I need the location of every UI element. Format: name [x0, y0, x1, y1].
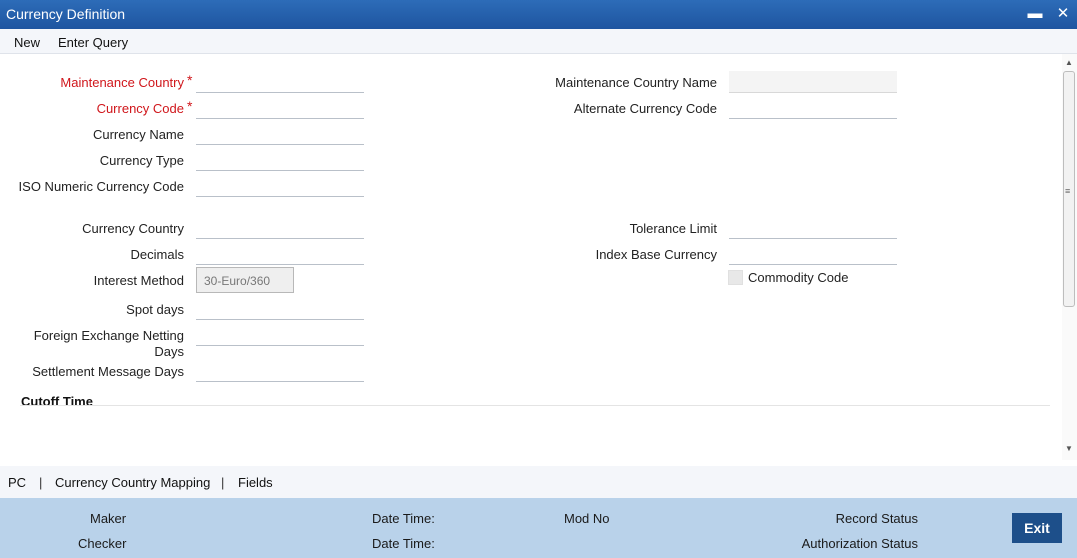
index-base-currency-input[interactable] [729, 245, 897, 265]
commodity-code-label: Commodity Code [748, 270, 849, 285]
subnav-separator: | [39, 475, 43, 490]
exit-button[interactable]: Exit [1012, 513, 1062, 543]
scroll-down-icon[interactable]: ▼ [1065, 444, 1073, 453]
iso-numeric-code-label: ISO Numeric Currency Code [18, 179, 184, 194]
currency-name-label: Currency Name [92, 127, 184, 142]
subnav-separator: | [221, 475, 225, 490]
decimals-label: Decimals [130, 247, 184, 262]
tolerance-limit-label: Tolerance Limit [629, 221, 717, 236]
enter-query-button[interactable]: Enter Query [58, 35, 128, 50]
record-status-label: Record Status [835, 511, 918, 526]
title-bar: Currency Definition ▬ ✕ [0, 0, 1077, 29]
maintenance-country-name-label: Maintenance Country Name [555, 75, 717, 90]
section-divider [20, 405, 1050, 406]
currency-type-label: Currency Type [99, 153, 184, 168]
alternate-currency-code-label: Alternate Currency Code [573, 101, 717, 116]
decimals-input[interactable] [196, 245, 364, 265]
tolerance-limit-input[interactable] [729, 219, 897, 239]
checker-date-time-label: Date Time: [372, 536, 435, 551]
maintenance-country-input[interactable] [196, 73, 364, 93]
minimize-icon[interactable]: ▬ [1026, 4, 1044, 24]
subnav-fields[interactable]: Fields [238, 475, 273, 490]
maintenance-country-name-input [729, 71, 897, 93]
subnav-currency-country-mapping[interactable]: Currency Country Mapping [55, 475, 210, 490]
authorization-status-label: Authorization Status [801, 536, 918, 551]
close-icon[interactable]: ✕ [1054, 4, 1072, 24]
form-area: Maintenance Country * Currency Code * Cu… [0, 54, 1062, 460]
scroll-grip-icon: ≡ [1065, 186, 1071, 196]
settlement-message-days-label: Settlement Message Days [32, 364, 184, 379]
currency-country-input[interactable] [196, 219, 364, 239]
interest-method-select[interactable]: 30-Euro/360 [196, 267, 294, 293]
vertical-scrollbar[interactable]: ▲ ≡ ▼ [1062, 54, 1077, 460]
currency-type-input[interactable] [196, 151, 364, 171]
fx-netting-days-label-line2: Days [154, 344, 184, 359]
new-button[interactable]: New [14, 35, 40, 50]
commodity-code-checkbox[interactable] [728, 270, 743, 285]
currency-name-input[interactable] [196, 125, 364, 145]
spot-days-input[interactable] [196, 300, 364, 320]
mod-no-label: Mod No [564, 511, 610, 526]
currency-code-input[interactable] [196, 99, 364, 119]
maker-label: Maker [90, 511, 127, 526]
currency-country-label: Currency Country [82, 221, 184, 236]
window-title: Currency Definition [6, 6, 126, 22]
maker-date-time-label: Date Time: [372, 511, 435, 526]
required-marker: * [187, 98, 193, 114]
maintenance-country-label: Maintenance Country [60, 75, 184, 90]
iso-numeric-code-input[interactable] [196, 177, 364, 197]
scroll-up-icon[interactable]: ▲ [1065, 58, 1073, 67]
interest-method-label: Interest Method [93, 273, 184, 288]
subnav-pc[interactable]: PC [8, 475, 26, 490]
settlement-message-days-input[interactable] [196, 362, 364, 382]
currency-code-label: Currency Code [96, 101, 184, 116]
toolbar: New Enter Query [0, 29, 1077, 54]
spot-days-label: Spot days [126, 302, 184, 317]
sub-navigation: PC | Currency Country Mapping | Fields [0, 466, 1077, 498]
audit-status-bar: Maker Checker Date Time: Date Time: Mod … [0, 498, 1077, 558]
fx-netting-days-label-line1: Foreign Exchange Netting [33, 328, 184, 343]
checker-label: Checker [78, 536, 127, 551]
alternate-currency-code-input[interactable] [729, 99, 897, 119]
cutoff-time-section-title: Cutoff Time [21, 394, 93, 409]
fx-netting-days-input[interactable] [196, 326, 364, 346]
index-base-currency-label: Index Base Currency [595, 247, 717, 262]
required-marker: * [187, 72, 193, 88]
